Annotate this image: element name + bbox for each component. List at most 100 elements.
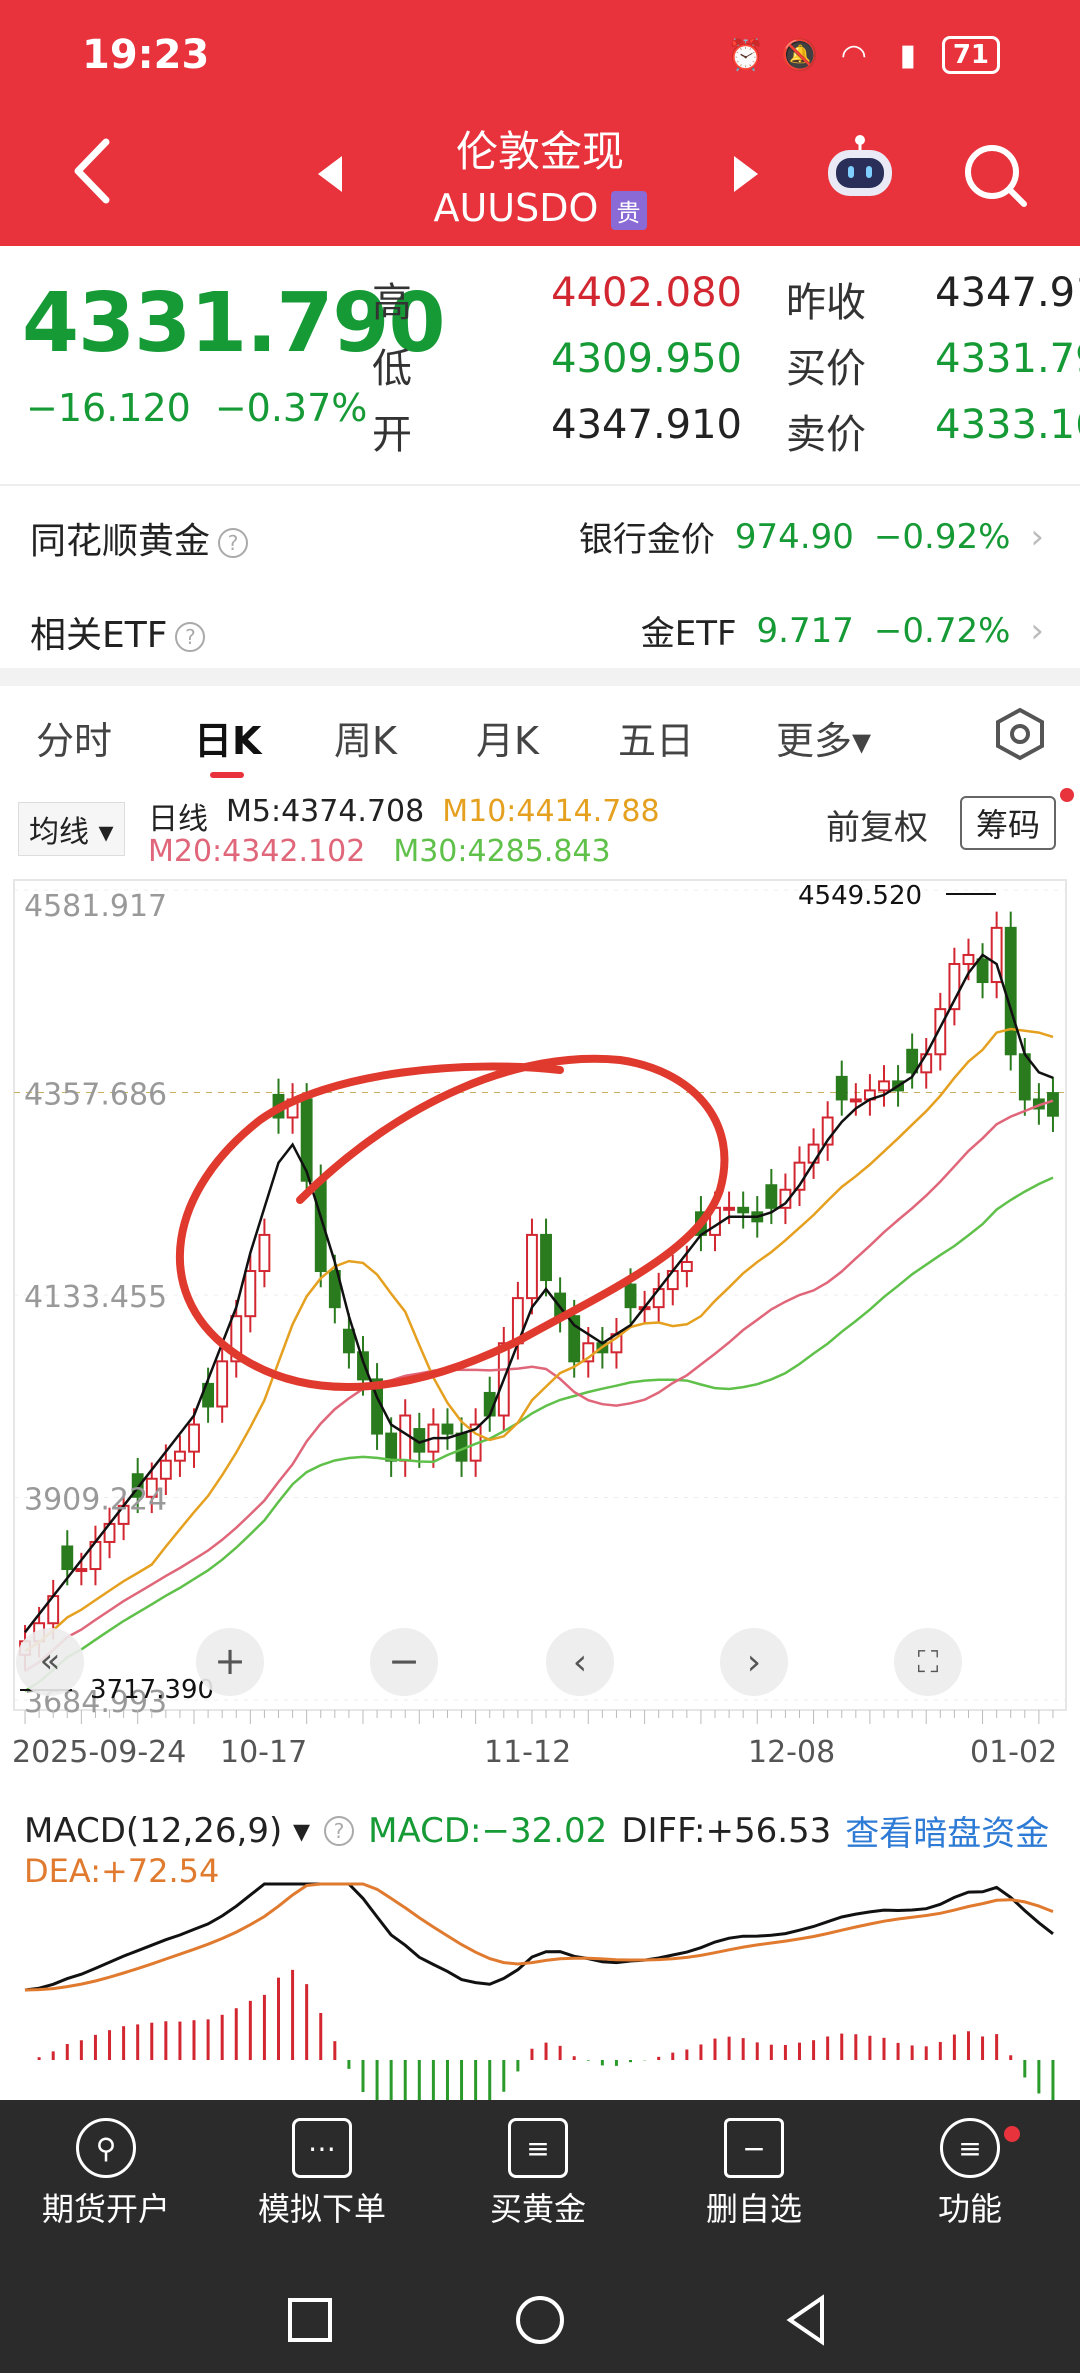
- ma-dropdown[interactable]: 均线 ▾: [18, 802, 125, 856]
- low-value: 4309.950: [551, 336, 742, 382]
- chevron-right-icon: ›: [747, 1642, 761, 1683]
- candle: [540, 1233, 552, 1282]
- macd-selector[interactable]: MACD(12,26,9) ▾: [24, 1811, 310, 1851]
- chevron-right-icon: ›: [1030, 610, 1044, 651]
- x-tick-label: 2025-09-24: [12, 1735, 186, 1770]
- symbol-code: AUUSDO 贵: [340, 186, 740, 230]
- candle: [1047, 1092, 1059, 1117]
- section-gap: [0, 668, 1080, 686]
- annotation-circle: [175, 1054, 729, 1391]
- candle: [357, 1351, 369, 1381]
- candle: [920, 1053, 933, 1074]
- next-symbol-icon[interactable]: [734, 156, 758, 192]
- battery-icon: 71: [941, 36, 1000, 74]
- back-nav-icon[interactable]: [786, 2294, 824, 2346]
- top-header: 19:23 ⏰ 🔕 ◠ ▮ 71 伦敦金现 AUUSDO 贵: [0, 0, 1080, 246]
- candle: [849, 1098, 862, 1103]
- candle: [300, 1098, 313, 1182]
- candle: [342, 1328, 355, 1354]
- max-price-label: 4549.520: [798, 881, 922, 911]
- x-axis-labels: 2025-09-24 10-17 11-12 12-08 01-02: [12, 1710, 1057, 1770]
- tab-more[interactable]: 更多▾: [776, 710, 871, 765]
- period-tabs: 分时 日K 周K 月K 五日 更多▾: [0, 686, 1080, 786]
- help-icon[interactable]: ?: [324, 1815, 355, 1846]
- m10-value: M10:4414.788: [442, 794, 660, 829]
- y-tick-label: 4357.686: [24, 1078, 167, 1113]
- ma-legend-1: 日线 M5:4374.708 M10:4414.788: [148, 794, 660, 837]
- ask-value: 4333.160: [935, 402, 1080, 448]
- menu-circle-icon: ≡: [940, 2118, 1000, 2178]
- open-value: 4347.910: [551, 402, 742, 448]
- active-tab-indicator: [210, 772, 244, 778]
- related-etf-row[interactable]: 相关ETF? 金ETF 9.717 −0.72% ›: [0, 582, 1080, 674]
- document-icon: ⋯: [292, 2118, 352, 2178]
- fullscreen-icon: ⛶: [918, 1645, 939, 1680]
- prev-symbol-icon[interactable]: [318, 156, 342, 192]
- candles: [19, 911, 1059, 1672]
- recent-apps-icon[interactable]: [288, 2298, 332, 2342]
- change-value: −16.120: [26, 386, 191, 430]
- candle: [1004, 926, 1017, 1056]
- y-tick-label: 3909.224: [24, 1483, 167, 1518]
- ths-gold-row[interactable]: 同花顺黄金? 银行金价 974.90 −0.92% ›: [0, 488, 1080, 580]
- candle: [878, 1080, 890, 1092]
- candle: [159, 1459, 172, 1480]
- plus-icon: +: [214, 1639, 246, 1683]
- chevron-left-icon: ‹: [573, 1642, 587, 1683]
- tab-five-day[interactable]: 五日: [618, 710, 694, 765]
- tab-intraday[interactable]: 分时: [36, 710, 112, 765]
- back-icon[interactable]: [70, 136, 120, 206]
- dea-line: [24, 1882, 1054, 1992]
- alarm-icon: ⏰: [727, 37, 765, 73]
- home-icon[interactable]: [516, 2296, 564, 2344]
- m5-value: M5:4374.708: [226, 794, 425, 829]
- signal-icon: ▮: [899, 37, 917, 73]
- x-tick-label: 10-17: [220, 1735, 307, 1770]
- candle: [765, 1184, 778, 1209]
- dark-pool-link[interactable]: 查看暗盘资金: [845, 1806, 1049, 1855]
- forward-adjust-button[interactable]: 前复权: [826, 800, 928, 849]
- search-icon[interactable]: [960, 140, 1030, 210]
- double-chevron-left-icon: «: [40, 1641, 61, 1681]
- x-tick-label: 01-02: [970, 1735, 1057, 1770]
- candle: [526, 1233, 538, 1300]
- sim-order-button[interactable]: ⋯ 模拟下单: [222, 2118, 422, 2230]
- candle: [962, 953, 975, 965]
- high-value: 4402.080: [551, 270, 742, 316]
- macd-chart: [24, 1882, 1055, 2100]
- tab-daily-k[interactable]: 日K: [194, 710, 261, 765]
- tab-weekly-k[interactable]: 周K: [334, 710, 397, 765]
- candle: [216, 1360, 229, 1408]
- m20-line: [24, 1099, 1054, 1673]
- candle: [258, 1233, 271, 1273]
- help-icon[interactable]: ?: [218, 528, 249, 558]
- mute-icon: 🔕: [781, 37, 819, 73]
- m20-value: M20:4342.102: [148, 834, 366, 869]
- m10-line: [24, 1027, 1054, 1653]
- diff-line: [24, 1882, 1054, 1992]
- macd-value: MACD:−32.02: [368, 1810, 608, 1851]
- settings-hex-icon[interactable]: [992, 706, 1048, 762]
- m30-value: M30:4285.843: [393, 834, 611, 869]
- functions-button[interactable]: ≡ 功能: [870, 2118, 1070, 2230]
- tab-monthly-k[interactable]: 月K: [476, 710, 539, 765]
- system-navigation-bar: [0, 2270, 1080, 2373]
- precious-badge: 贵: [610, 191, 647, 230]
- candle: [624, 1283, 637, 1309]
- robot-assistant-icon[interactable]: [822, 134, 898, 200]
- candle: [568, 1315, 581, 1363]
- candle: [188, 1423, 200, 1453]
- macd-header: MACD(12,26,9) ▾ ? MACD:−32.02 DIFF:+56.5…: [24, 1806, 1049, 1855]
- remove-watchlist-button[interactable]: − 删自选: [654, 2118, 854, 2230]
- quote-row-high: 高 4402.080 昨收 4347.910: [372, 270, 1080, 328]
- candle: [1018, 1053, 1031, 1101]
- buy-gold-button[interactable]: ≡ 买黄金: [438, 2118, 638, 2230]
- min-price-label: 3717.390: [90, 1675, 214, 1705]
- futures-account-button[interactable]: ⚲ 期货开户: [6, 2118, 206, 2230]
- x-tick-label: 11-12: [484, 1735, 571, 1770]
- candlestick-chart[interactable]: 4581.9174357.6864133.4553909.2243684.993…: [0, 870, 1080, 1790]
- chip-button[interactable]: 筹码: [960, 796, 1057, 850]
- status-icons: ⏰ 🔕 ◠ ▮ 71: [726, 36, 1000, 74]
- help-icon[interactable]: ?: [175, 622, 206, 652]
- candle: [737, 1206, 750, 1214]
